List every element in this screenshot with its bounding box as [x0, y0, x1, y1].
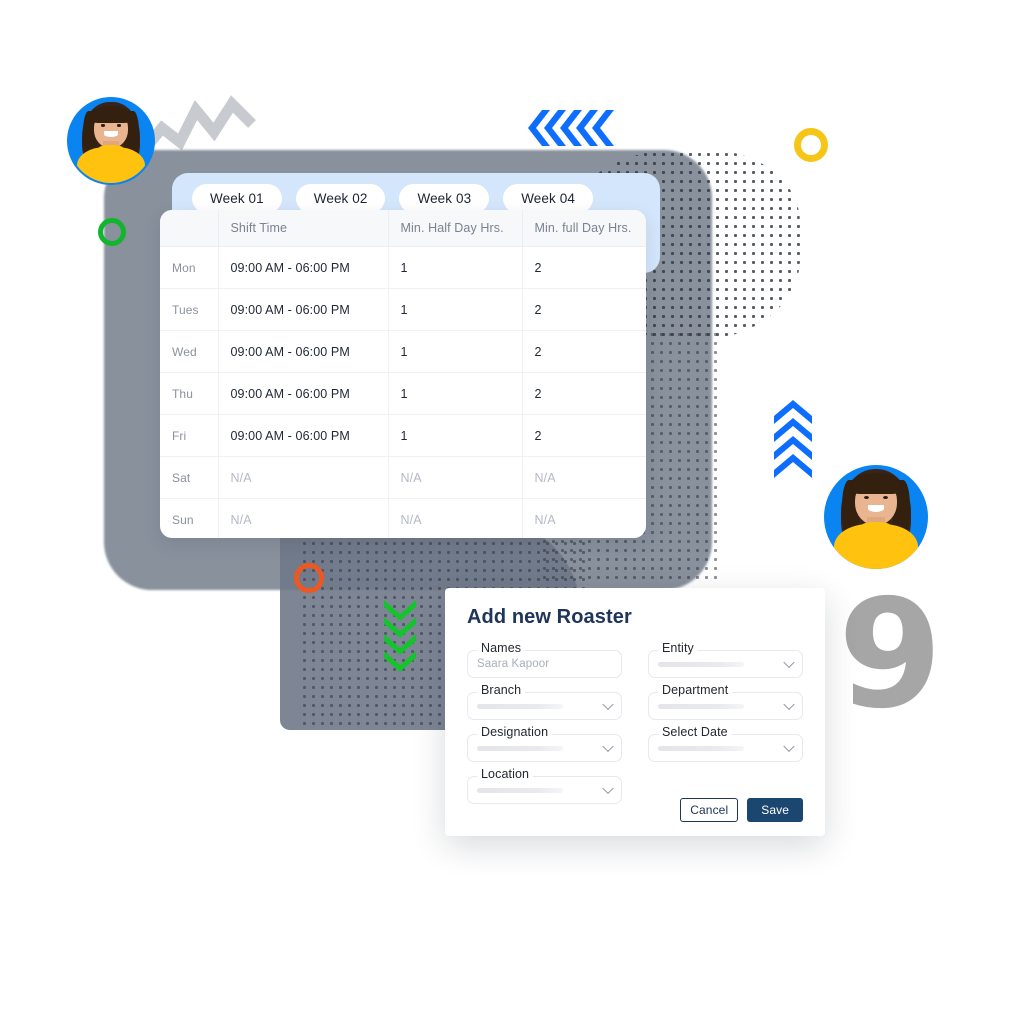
field-label-branch: Branch [477, 683, 526, 697]
cell-shift-time: 09:00 AM - 06:00 PM [218, 372, 389, 415]
field-label-location: Location [477, 767, 534, 781]
chevron-down-group-icon [384, 600, 416, 672]
cell-day: Wed [160, 330, 219, 373]
cell-shift-time: 09:00 AM - 06:00 PM [218, 246, 389, 289]
table-row: Tues 09:00 AM - 06:00 PM 1 2 [160, 288, 646, 331]
table-row: Thu 09:00 AM - 06:00 PM 1 2 [160, 372, 646, 415]
cell-min-full-day: N/A [534, 512, 556, 527]
screenshot-stage: 9 Week 01 Week 02 Week 03 Week 04 Shift … [0, 0, 1025, 1025]
tab-week-01[interactable]: Week 01 [192, 184, 282, 213]
cell-min-half-day: N/A [388, 498, 523, 538]
field-branch: Branch [467, 683, 622, 720]
shift-schedule-table: Shift Time Min. Half Day Hrs. Min. full … [160, 210, 646, 538]
field-names: Names Saara Kapoor [467, 641, 622, 678]
modal-actions: Cancel Save [680, 798, 803, 822]
tab-week-04[interactable]: Week 04 [503, 184, 593, 213]
zigzag-line-art [140, 95, 256, 154]
cell-shift-time: 09:00 AM - 06:00 PM [218, 288, 389, 331]
green-ring-icon [98, 218, 126, 246]
column-header-day [160, 210, 219, 247]
table-header-row: Shift Time Min. Half Day Hrs. Min. full … [160, 210, 646, 247]
column-header-fullday: Min. full Day Hrs. [522, 210, 646, 247]
cell-min-half-day: 1 [388, 330, 523, 373]
yellow-ring-icon [794, 128, 828, 162]
decorative-nine-glyph: 9 [838, 568, 943, 742]
cell-shift-time: N/A [218, 456, 389, 499]
chevron-down-icon [602, 698, 614, 711]
chevron-down-icon [783, 656, 795, 669]
select-date-placeholder-bar [658, 745, 745, 751]
cell-min-full-day: 2 [522, 246, 646, 289]
field-location: Location [467, 767, 622, 804]
table-row: Sat N/A N/A N/A [160, 456, 646, 499]
cell-day: Thu [160, 372, 219, 415]
cell-day: Fri [160, 414, 219, 457]
avatar-bottom-right [824, 465, 928, 569]
column-header-halfday: Min. Half Day Hrs. [388, 210, 523, 247]
chevron-up-group-icon [774, 400, 812, 478]
cell-min-full-day: 2 [522, 372, 646, 415]
field-label-entity: Entity [658, 641, 698, 655]
table-row: Mon 09:00 AM - 06:00 PM 1 2 [160, 246, 646, 289]
cell-shift-time: 09:00 AM - 06:00 PM [218, 414, 389, 457]
cell-shift-time: N/A [218, 498, 389, 538]
cell-day: Sun [160, 498, 219, 538]
cell-min-full-day: 2 [522, 330, 646, 373]
chevron-left-group-icon [528, 110, 614, 146]
add-roaster-modal: Add new Roaster Names Saara Kapoor Entit… [445, 588, 825, 836]
cancel-button[interactable]: Cancel [680, 798, 739, 822]
field-label-designation: Designation [477, 725, 553, 739]
field-select-date: Select Date [648, 725, 803, 762]
field-label-names: Names [477, 641, 526, 655]
branch-placeholder-bar [477, 703, 564, 709]
cell-min-half-day: N/A [388, 456, 523, 499]
cell-min-half-day: 1 [388, 246, 523, 289]
table-row: Sun N/A N/A N/A [160, 498, 646, 538]
tab-week-03[interactable]: Week 03 [399, 184, 490, 213]
designation-placeholder-bar [477, 745, 564, 751]
cell-min-full-day: N/A [522, 456, 646, 499]
tab-week-02[interactable]: Week 02 [295, 184, 386, 213]
field-designation: Designation [467, 725, 622, 762]
table-row: Wed 09:00 AM - 06:00 PM 1 2 [160, 330, 646, 373]
column-header-shift: Shift Time [218, 210, 389, 247]
field-department: Department [648, 683, 803, 720]
avatar-top-left [67, 97, 155, 185]
table-body: Mon 09:00 AM - 06:00 PM 1 2 Tues 09:00 A… [160, 246, 646, 538]
week-tabs-row: Week 01 Week 02 Week 03 Week 04 [192, 184, 593, 213]
roaster-form: Names Saara Kapoor Entity Branch Departm… [467, 641, 803, 804]
save-button[interactable]: Save [747, 798, 803, 822]
shift-schedule-card: Shift Time Min. Half Day Hrs. Min. full … [160, 210, 646, 538]
cell-min-half-day: 1 [388, 288, 523, 331]
table-header: Shift Time Min. Half Day Hrs. Min. full … [160, 210, 646, 247]
names-input-value: Saara Kapoor [477, 658, 550, 670]
department-placeholder-bar [658, 703, 745, 709]
field-label-department: Department [658, 683, 733, 697]
chevron-down-icon [602, 782, 614, 795]
cell-min-half-day: 1 [388, 414, 523, 457]
cell-day: Mon [160, 246, 219, 289]
chevron-down-icon [602, 740, 614, 753]
field-label-select-date: Select Date [658, 725, 732, 739]
modal-title: Add new Roaster [467, 606, 632, 628]
chevron-down-icon [783, 740, 795, 753]
table-row: Fri 09:00 AM - 06:00 PM 1 2 [160, 414, 646, 457]
entity-placeholder-bar [658, 661, 745, 667]
cell-day: Tues [160, 288, 219, 331]
cell-min-full-day: 2 [522, 288, 646, 331]
cell-min-half-day: 1 [388, 372, 523, 415]
orange-ring-icon [294, 563, 324, 593]
field-entity: Entity [648, 641, 803, 678]
chevron-down-icon [783, 698, 795, 711]
cell-min-full-day: 2 [522, 414, 646, 457]
cell-day: Sat [160, 456, 219, 499]
location-placeholder-bar [477, 787, 564, 793]
cell-shift-time: 09:00 AM - 06:00 PM [218, 330, 389, 373]
